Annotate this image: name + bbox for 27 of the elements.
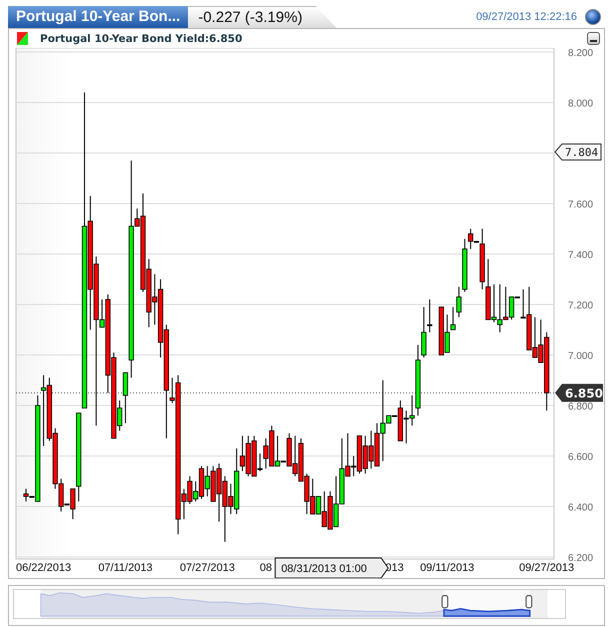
y-axis-label: 6.600 <box>568 452 594 463</box>
x-axis-label: 09/11/2013 <box>420 562 474 574</box>
y-axis-label: 7.200 <box>568 300 594 312</box>
high-price-tag: 7.804 <box>554 144 602 160</box>
price-change: -0.227 (-3.19%) <box>188 6 336 28</box>
y-axis-label: 6.200 <box>568 553 594 564</box>
x-axis-label: 09/27/2013 <box>519 562 574 574</box>
legend-icon <box>17 32 28 45</box>
y-axis-label: 7.400 <box>568 250 594 261</box>
y-axis-label: 6.800 <box>568 402 594 412</box>
y-axis-label: 6.400 <box>568 502 594 514</box>
globe-icon[interactable] <box>585 9 601 25</box>
timestamp: 09/27/2013 12:22:16 <box>476 11 577 23</box>
y-axis-label: 7.000 <box>568 351 594 362</box>
navigator-drawing[interactable] <box>13 589 566 619</box>
legend-label: Portugal 10-Year Bond Yield:6.850 <box>40 32 242 44</box>
y-axis-label: 8.200 <box>568 48 594 59</box>
ref-line-label: 6.850 <box>565 386 603 400</box>
x-axis-label: 08 <box>260 562 272 574</box>
x-axis-label: 06/22/2013 <box>16 562 72 574</box>
y-axis-label: 7.600 <box>568 200 594 210</box>
x-axis-label: 07/11/2013 <box>98 562 153 574</box>
minimize-button[interactable] <box>587 32 600 45</box>
instrument-tab[interactable]: Portugal 10-Year Bon... <box>8 6 188 28</box>
y-axis-label: 8.000 <box>568 98 594 110</box>
last-price-tag: 6.850 <box>555 384 603 402</box>
x-axis-label: 07/27/2013 <box>180 562 235 574</box>
